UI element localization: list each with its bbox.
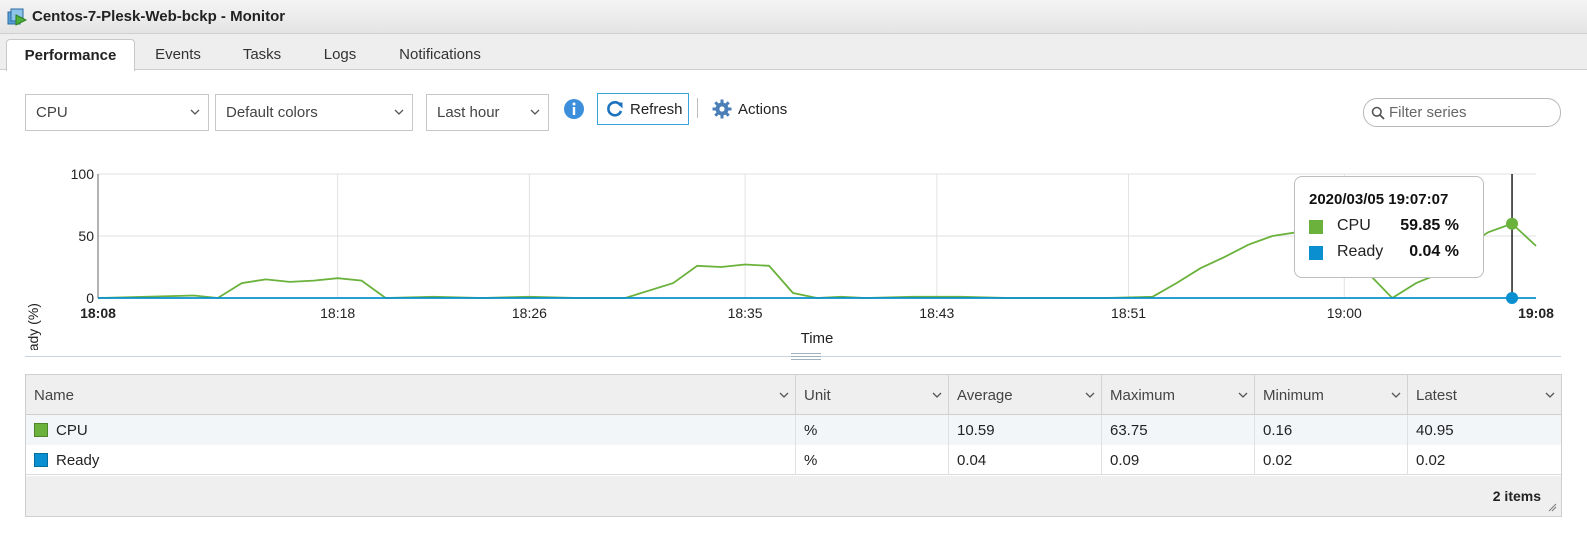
item-count: 2 items	[1492, 488, 1541, 504]
x-tick-label: 18:35	[728, 305, 763, 321]
tab-bar: Performance Events Tasks Logs Notificati…	[0, 34, 1587, 71]
metric-select[interactable]: CPU	[25, 94, 209, 131]
refresh-label: Refresh	[630, 100, 683, 118]
tooltip-series-name: CPU	[1337, 217, 1371, 234]
chevron-down-icon[interactable]	[1391, 390, 1401, 400]
actions-label: Actions	[738, 100, 788, 118]
x-axis-ticks: 18:08 18:18 18:26 18:35 18:43 18:51 19:00 19:08	[80, 305, 1554, 321]
actions-button[interactable]: Actions	[711, 96, 787, 122]
color-scheme-select-value: Default colors	[226, 104, 318, 121]
chevron-down-icon	[190, 109, 200, 115]
column-label: Maximum	[1110, 386, 1176, 404]
y-axis-label: Consumed host CPU / ready (%)	[25, 303, 41, 350]
cell-name: CPU	[26, 415, 796, 445]
grid-footer: 2 items	[26, 476, 1561, 516]
chevron-down-icon[interactable]	[1545, 390, 1555, 400]
color-scheme-select[interactable]: Default colors	[215, 94, 413, 131]
gear-icon	[712, 99, 732, 119]
hover-marker-ready	[1506, 291, 1519, 304]
chevron-down-icon	[394, 109, 404, 115]
x-tick-label: 18:08	[80, 305, 116, 321]
cell-latest: 0.02	[1416, 451, 1446, 469]
column-header-maximum[interactable]: Maximum	[1102, 375, 1255, 415]
ready-swatch	[34, 453, 48, 467]
x-tick-label: 19:08	[1518, 305, 1554, 321]
chevron-down-icon[interactable]	[1085, 390, 1095, 400]
column-header-average[interactable]: Average	[949, 375, 1102, 415]
column-header-minimum[interactable]: Minimum	[1255, 375, 1408, 415]
filter-series-field[interactable]	[1363, 98, 1561, 127]
tab-events[interactable]: Events	[140, 39, 216, 70]
y-tick-label: 100	[71, 166, 95, 182]
series-grid: Name Unit Average Maximum Minimum Latest…	[25, 374, 1562, 517]
splitter-handle[interactable]	[791, 353, 821, 360]
tab-logs[interactable]: Logs	[312, 39, 368, 70]
tooltip-row-cpu: CPU 59.85 %	[1309, 217, 1471, 237]
tooltip-row-ready: Ready 0.04 %	[1309, 243, 1471, 263]
chevron-down-icon[interactable]	[779, 390, 789, 400]
column-header-name[interactable]: Name	[26, 375, 796, 415]
y-tick-label: 50	[78, 228, 94, 244]
cell-maximum: 63.75	[1102, 415, 1255, 445]
cell-average: 10.59	[949, 415, 1102, 445]
column-header-unit[interactable]: Unit	[796, 375, 949, 415]
y-axis-ticks: 0 50 100	[71, 166, 95, 306]
cpu-swatch	[1309, 220, 1323, 234]
refresh-icon	[607, 101, 623, 117]
tooltip-series-value: 0.04 %	[1409, 243, 1459, 260]
x-axis-label: Time	[801, 330, 834, 347]
cell-name: Ready	[26, 445, 796, 475]
column-label: Average	[957, 386, 1013, 404]
table-row[interactable]: CPU % 10.59 63.75 0.16 40.95	[26, 415, 1561, 445]
grid-header: Name Unit Average Maximum Minimum Latest	[26, 375, 1561, 415]
title-bar: Centos-7-Plesk-Web-bckp - Monitor	[0, 0, 1587, 34]
column-header-latest[interactable]: Latest	[1408, 375, 1561, 415]
chevron-down-icon[interactable]	[1238, 390, 1248, 400]
x-tick-label: 18:51	[1111, 305, 1146, 321]
cell-maximum: 0.09	[1102, 445, 1255, 475]
cell-average: 0.04	[949, 445, 1102, 475]
cell-unit: %	[796, 415, 949, 445]
metric-select-value: CPU	[36, 104, 68, 121]
resize-grip-icon[interactable]	[1547, 502, 1557, 512]
cell-minimum: 0.02	[1255, 445, 1408, 475]
filter-series-input[interactable]	[1389, 104, 1549, 121]
info-icon[interactable]	[563, 98, 585, 120]
series-name: Ready	[56, 451, 100, 469]
cpu-swatch	[34, 423, 48, 437]
toolbar-divider	[697, 98, 698, 118]
tooltip-time: 2020/03/05 19:07:07	[1309, 191, 1449, 208]
tab-tasks[interactable]: Tasks	[232, 39, 292, 70]
cell-latest: 40.95	[1416, 421, 1454, 439]
search-icon	[1371, 106, 1385, 120]
column-label: Minimum	[1263, 386, 1324, 404]
tab-performance[interactable]: Performance	[6, 39, 135, 71]
tab-notifications[interactable]: Notifications	[388, 39, 492, 70]
refresh-button[interactable]: Refresh	[597, 93, 689, 125]
chevron-down-icon[interactable]	[932, 390, 942, 400]
table-row[interactable]: Ready % 0.04 0.09 0.02 0.02	[26, 445, 1561, 475]
tooltip-series-value: 59.85 %	[1400, 217, 1459, 234]
x-tick-label: 18:43	[919, 305, 954, 321]
cell-minimum: 0.16	[1255, 415, 1408, 445]
y-tick-label: 0	[86, 290, 94, 306]
tooltip-series-name: Ready	[1337, 243, 1384, 260]
window-title: Centos-7-Plesk-Web-bckp - Monitor	[32, 8, 286, 25]
vm-icon	[7, 8, 28, 26]
column-label: Name	[34, 386, 75, 404]
chevron-down-icon	[530, 109, 540, 115]
series-name: CPU	[56, 421, 88, 439]
x-tick-label: 18:26	[512, 305, 547, 321]
hover-marker-cpu	[1506, 217, 1519, 230]
timespan-select[interactable]: Last hour	[426, 94, 549, 131]
x-tick-label: 18:18	[320, 305, 355, 321]
ready-swatch	[1309, 246, 1323, 260]
timespan-select-value: Last hour	[437, 104, 500, 121]
x-tick-label: 19:00	[1327, 305, 1362, 321]
cell-unit: %	[796, 445, 949, 475]
column-label: Latest	[1416, 386, 1457, 404]
column-label: Unit	[804, 386, 831, 404]
chart-tooltip: 2020/03/05 19:07:07 CPU 59.85 % Ready 0.…	[1294, 176, 1484, 278]
